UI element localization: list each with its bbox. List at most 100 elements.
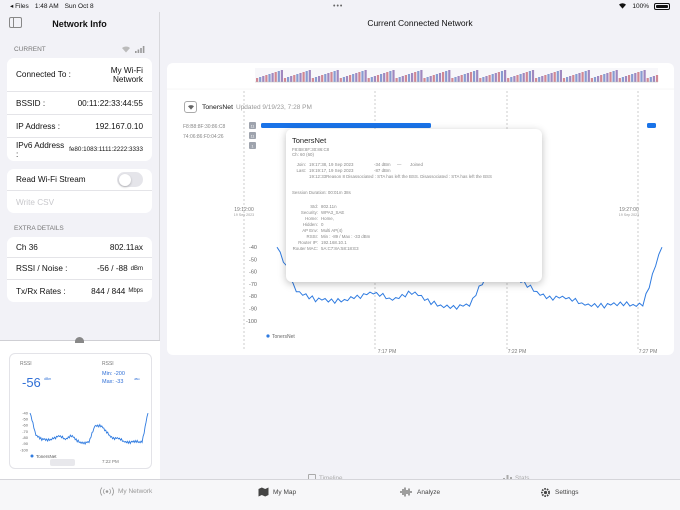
overview-bar [305, 71, 308, 82]
overview-bar [330, 72, 333, 82]
tab-my-map[interactable]: My Map [258, 487, 296, 497]
overview-bar [544, 75, 547, 82]
battery-percent: 100% [632, 2, 649, 10]
overview-bar [612, 71, 615, 82]
legend-dot [266, 334, 270, 338]
overview-bar [597, 76, 600, 82]
overview-bar [259, 77, 262, 82]
mini-rssi-unit: dBm [44, 377, 51, 381]
overview-bar [392, 70, 395, 82]
x-tick-3: 7:27 PM [639, 349, 658, 355]
overview-bar [473, 71, 476, 82]
overview-bar [578, 73, 581, 82]
mini-max-text: Max: -33 [102, 379, 123, 385]
overview-bar [414, 72, 417, 82]
main-y-tick: -80 [249, 294, 257, 300]
overview-bar [631, 74, 634, 82]
read-stream-toggle[interactable] [117, 172, 143, 187]
txrx-unit: Mbps [128, 288, 143, 294]
mini-rssi2-label: RSSI [102, 361, 114, 367]
overview-bar [488, 75, 491, 82]
overview-bar [590, 78, 593, 82]
overview-bar [302, 72, 305, 82]
overview-bar [361, 71, 364, 82]
rssi-noise-label: RSSI / Noise : [16, 264, 68, 273]
overview-bar [395, 78, 398, 82]
overview-bar [485, 76, 488, 82]
overview-bar [339, 78, 342, 82]
overview-bar [401, 76, 404, 82]
overview-bar [510, 77, 513, 82]
mini-y-tick: -90 [22, 441, 29, 446]
overview-bar [451, 78, 454, 82]
mini-rssi-line [29, 412, 149, 446]
overview-bar [256, 78, 259, 82]
overview-bar [531, 70, 535, 82]
x-tick-1: 7:17 PM [378, 349, 397, 355]
mini-rssi-value: -56 [22, 375, 41, 390]
multitask-dots[interactable]: ••• [333, 3, 343, 10]
overview-bar [321, 75, 324, 82]
overview-bar [342, 77, 345, 82]
back-to-app[interactable]: ◂ Files [10, 2, 29, 10]
mini-rssi-card: RSSI -56 dBm RSSI Min: -200 Max: -33 dBm… [9, 353, 152, 469]
sidebar-toggle-icon[interactable] [9, 17, 22, 28]
overview-bar [562, 78, 566, 82]
overview-bar [290, 76, 293, 82]
mini-legend-label: TonersNet [36, 454, 57, 459]
overview-bar [606, 73, 609, 82]
tab-settings[interactable]: Settings [540, 487, 579, 498]
ip-value: 192.167.0.10 [95, 121, 143, 131]
overview-bar [637, 72, 640, 82]
overview-bar [538, 77, 541, 82]
overview-bar [262, 76, 265, 82]
overview-bar [528, 71, 531, 82]
overview-bar [383, 73, 386, 82]
write-csv-button[interactable]: Write CSV [16, 198, 54, 207]
overview-bar [327, 73, 330, 82]
overview-bar [308, 70, 311, 82]
overview-bar [581, 72, 584, 82]
mini-rssi-label: RSSI [20, 361, 32, 367]
bssid-session-bar-1[interactable] [261, 123, 431, 128]
overview-bar [463, 74, 466, 82]
tooltip-reason: 19:12:33Reason 8 Disassociated : STA has… [309, 174, 492, 179]
network-name: TonersNet [202, 103, 233, 111]
x-tick-2: 7:22 PM [508, 349, 527, 355]
svg-text:11: 11 [251, 125, 255, 129]
mini-legend-dot [30, 454, 34, 458]
tooltip-channel: Ch: 60 (60) [292, 152, 314, 157]
overview-bar [640, 71, 643, 82]
overview-bar [389, 71, 392, 82]
overview-bar [426, 77, 429, 82]
main-y-tick: -60 [249, 270, 257, 276]
overview-bar [445, 71, 448, 82]
tab-analyze[interactable]: Analyze [400, 487, 440, 497]
overview-bar [311, 78, 314, 82]
mini-min-text: Min: -200 [102, 371, 125, 377]
tab-my-network[interactable]: My Network [100, 487, 152, 496]
timeline-right-date: 19 Sep 2023 [619, 213, 639, 217]
overview-bar [569, 76, 572, 82]
overview-bar [652, 76, 655, 82]
overview-bar [615, 70, 618, 82]
drag-handle[interactable] [75, 337, 84, 343]
tooltip-field-row: Router MAC: 5A:C7:8A:58:18:E3 [292, 246, 536, 252]
extra-details-label: EXTRA DETAILS [14, 225, 64, 232]
mini-rssi-chart: RSSI -56 dBm RSSI Min: -200 Max: -33 dBm… [20, 361, 149, 466]
tooltip-session: Session Duration: 00:01m 38s [292, 190, 351, 195]
main-content: Current Connected Network F8:B8:8F:30:86… [160, 12, 680, 483]
overview-bar [293, 75, 296, 82]
status-date: Sun Oct 8 [64, 2, 94, 10]
mini-y-tick: -80 [22, 435, 29, 440]
overview-bar [376, 75, 380, 82]
overview-bar [559, 70, 562, 82]
bssid-session-bar-2[interactable] [647, 123, 656, 128]
overview-bar [479, 78, 482, 82]
tooltip-fields: Std: 802.11n Security: WPA3_SAE Home: Home, Hi… [292, 204, 536, 252]
mini-page-control[interactable] [50, 459, 75, 466]
overview-bar [407, 74, 411, 82]
channel-value: 802.11ax [109, 242, 143, 252]
wifi-icon [184, 101, 197, 113]
overview-bar [435, 74, 438, 82]
